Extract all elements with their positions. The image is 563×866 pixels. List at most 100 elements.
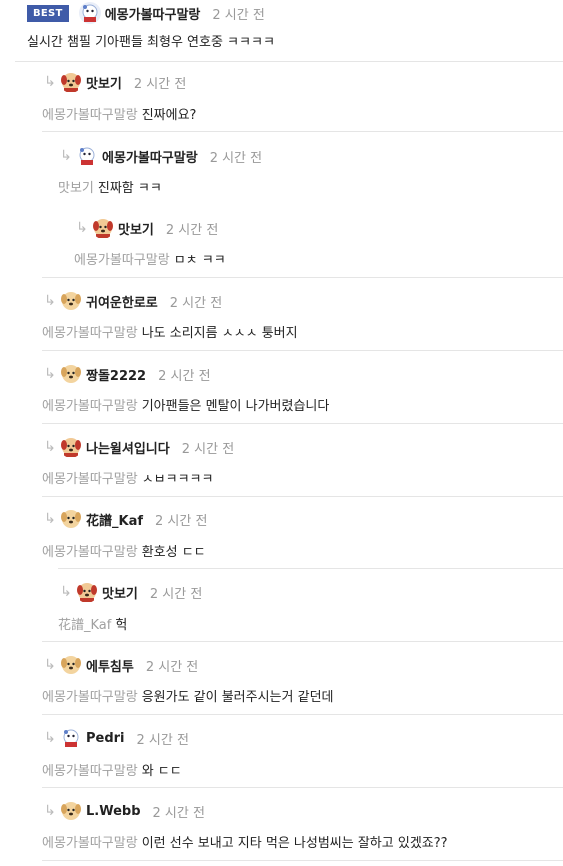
reply-text: 나도 소리지름 ㅅㅅㅅ 퉁버지 [141,326,298,341]
divider [42,423,563,424]
reply-arrow-icon: ↳ [60,148,72,164]
reply-header: ↳ 맛보기 2 시간 전 [42,71,186,93]
reply-nick[interactable]: 나는윌셔입니다 [86,438,170,457]
reply-text: 응원가도 같이 불러주시는거 같던데 [141,690,334,705]
reply-body: 맛보기 진짜함 ㅋㅋ [58,177,162,196]
reply-time: 2 시간 전 [136,732,189,748]
reply-time: 2 시간 전 [152,805,205,821]
reply-mention[interactable]: 에몽가볼따구말랑 [74,253,170,268]
reply-nick[interactable]: 에투침투 [86,656,134,675]
reply-body: 에몽가볼따구말랑 이런 선수 보내고 지타 먹은 나성범씨는 잘하고 있겠죠?? [42,832,448,851]
reply-arrow-icon: ↳ [44,511,56,527]
reply-nick[interactable]: 맛보기 [118,219,154,238]
reply-body: 에몽가볼따구말랑 나도 소리지름 ㅅㅅㅅ 퉁버지 [42,322,298,341]
reply-body: 에몽가볼따구말랑 응원가도 같이 불러주시는거 같던데 [42,686,334,705]
hero-avatar[interactable] [78,2,101,24]
reply-mention[interactable]: 花譜_Kaf [58,618,111,633]
dog-avatar[interactable] [60,800,82,822]
reply-mention[interactable]: 에몽가볼따구말랑 [42,326,138,341]
reply-text: 진짜함 ㅋㅋ [97,181,162,196]
red-dog-avatar[interactable] [76,581,98,603]
reply-arrow-icon: ↳ [60,584,72,600]
reply-time: 2 시간 전 [133,76,187,92]
reply-time: 2 시간 전 [155,513,208,529]
reply-mention[interactable]: 에몽가볼따구말랑 [42,764,138,779]
reply-header: ↳ 나는윌셔입니다 2 시간 전 [42,436,234,458]
divider [42,350,563,351]
reply-time: 2 시간 전 [165,222,219,238]
divider [42,641,563,642]
red-dog-avatar[interactable] [92,217,114,239]
divider [42,496,563,497]
reply-nick[interactable]: 맛보기 [86,73,122,92]
reply-nick[interactable]: 에몽가볼따구말랑 [102,147,198,166]
divider [42,714,563,715]
reply-mention[interactable]: 에몽가볼따구말랑 [42,690,138,705]
reply-header: ↳ 에투침투 2 시간 전 [42,654,198,676]
reply-text: 환호성 ㄷㄷ [141,545,206,560]
reply-text: 진짜에요? [141,108,197,123]
reply-arrow-icon: ↳ [44,366,56,382]
reply-header: ↳ 짱돌2222 2 시간 전 [42,363,211,385]
dog-avatar[interactable] [60,654,82,676]
reply-header: ↳ 에몽가볼따구말랑 2 시간 전 [58,145,262,167]
reply-nick[interactable]: 짱돌2222 [86,365,146,384]
reply-time: 2 시간 전 [145,659,199,675]
reply-nick[interactable]: 맛보기 [102,583,138,602]
reply-header: ↳ 花譜_Kaf 2 시간 전 [42,508,207,530]
hero-avatar[interactable] [76,145,98,167]
reply-time: 2 시간 전 [181,441,235,457]
divider [42,787,563,788]
best-nick[interactable]: 에몽가볼따구말랑 [105,4,201,23]
reply-nick[interactable]: L.Webb [86,804,141,819]
reply-body: 에몽가볼따구말랑 ㅅㅂㅋㅋㅋㅋ [42,468,213,487]
reply-body: 에몽가볼따구말랑 와 ㄷㄷ [42,760,182,779]
reply-text: ㅁㅊ ㅋㅋ [173,253,226,268]
reply-arrow-icon: ↳ [44,74,56,90]
reply-text: 기아팬들은 멘탈이 나가버렸습니다 [141,399,330,414]
reply-body: 에몽가볼따구말랑 진짜에요? [42,104,196,123]
reply-time: 2 시간 전 [149,586,203,602]
reply-arrow-icon: ↳ [44,657,56,673]
reply-nick[interactable]: Pedri [86,731,125,746]
reply-time: 2 시간 전 [169,295,223,311]
reply-mention[interactable]: 에몽가볼따구말랑 [42,836,138,851]
reply-mention[interactable]: 에몽가볼따구말랑 [42,399,138,414]
red-dog-avatar[interactable] [60,71,82,93]
reply-arrow-icon: ↳ [44,803,56,819]
divider [42,277,563,278]
reply-time: 2 시간 전 [209,150,263,166]
divider [42,860,563,861]
reply-arrow-icon: ↳ [44,730,56,746]
reply-body: 에몽가볼따구말랑 환호성 ㄷㄷ [42,541,206,560]
reply-mention[interactable]: 에몽가볼따구말랑 [42,472,138,487]
reply-body: 에몽가볼따구말랑 기아팬들은 멘탈이 나가버렸습니다 [42,395,329,414]
red-dog-avatar[interactable] [60,436,82,458]
divider [58,568,563,569]
reply-time: 2 시간 전 [158,368,211,384]
reply-text: 이런 선수 보내고 지타 먹은 나성범씨는 잘하고 있겠죠?? [141,836,448,851]
reply-mention[interactable]: 에몽가볼따구말랑 [42,108,138,123]
best-comment-header: BEST 에몽가볼따구말랑 2 시간 전 [27,2,265,24]
best-time: 2 시간 전 [212,7,265,23]
dog-avatar[interactable] [60,508,82,530]
reply-text: 헉 [115,618,128,633]
reply-text: 와 ㄷㄷ [141,764,182,779]
reply-body: 에몽가볼따구말랑 ㅁㅊ ㅋㅋ [74,249,226,268]
reply-body: 花譜_Kaf 헉 [58,614,127,633]
reply-header: ↳ 귀여운한로로 2 시간 전 [42,290,222,312]
dog-avatar[interactable] [60,290,82,312]
reply-nick[interactable]: 花譜_Kaf [86,510,143,529]
reply-nick[interactable]: 귀여운한로로 [86,292,158,311]
hero-avatar[interactable] [60,727,82,749]
reply-mention[interactable]: 맛보기 [58,181,94,196]
reply-header: ↳ Pedri 2 시간 전 [42,727,189,749]
reply-header: ↳ L.Webb 2 시간 전 [42,800,205,822]
reply-header: ↳ 맛보기 2 시간 전 [74,217,218,239]
divider [42,131,563,132]
reply-mention[interactable]: 에몽가볼따구말랑 [42,545,138,560]
dog-avatar[interactable] [60,363,82,385]
divider [15,61,563,62]
reply-text: ㅅㅂㅋㅋㅋㅋ [141,472,214,487]
best-badge: BEST [27,4,69,22]
